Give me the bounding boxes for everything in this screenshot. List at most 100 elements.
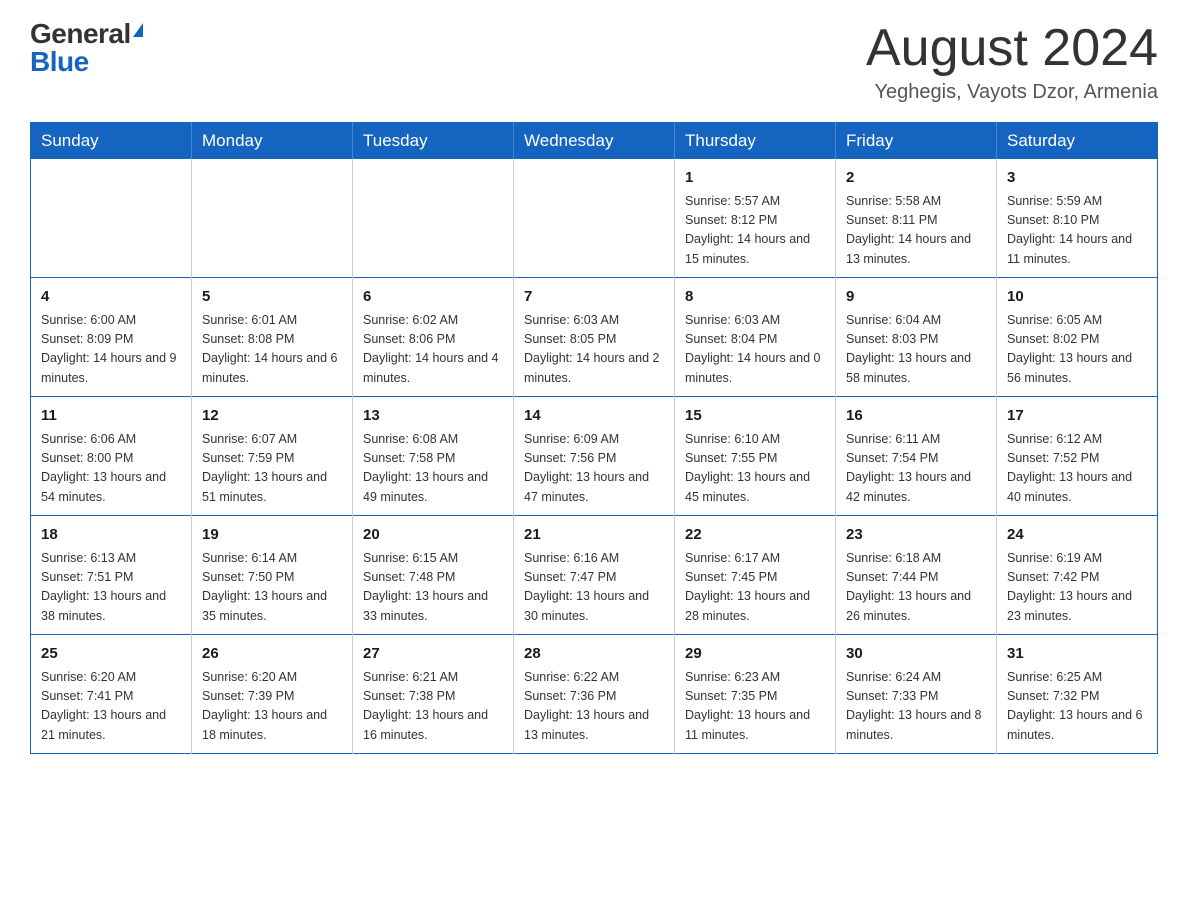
day-number: 1 — [685, 167, 825, 190]
weekday-header-row: SundayMondayTuesdayWednesdayThursdayFrid… — [31, 123, 1158, 160]
weekday-header-thursday: Thursday — [675, 123, 836, 160]
day-cell: 10Sunrise: 6:05 AMSunset: 8:02 PMDayligh… — [997, 278, 1158, 397]
day-number: 20 — [363, 524, 503, 547]
day-number: 10 — [1007, 286, 1147, 309]
day-cell: 1Sunrise: 5:57 AMSunset: 8:12 PMDaylight… — [675, 159, 836, 278]
day-cell: 2Sunrise: 5:58 AMSunset: 8:11 PMDaylight… — [836, 159, 997, 278]
calendar-table: SundayMondayTuesdayWednesdayThursdayFrid… — [30, 122, 1158, 754]
day-number: 15 — [685, 405, 825, 428]
day-cell: 27Sunrise: 6:21 AMSunset: 7:38 PMDayligh… — [353, 635, 514, 754]
day-cell: 7Sunrise: 6:03 AMSunset: 8:05 PMDaylight… — [514, 278, 675, 397]
day-number: 29 — [685, 643, 825, 666]
day-number: 14 — [524, 405, 664, 428]
day-number: 23 — [846, 524, 986, 547]
day-number: 19 — [202, 524, 342, 547]
day-info: Sunrise: 6:09 AMSunset: 7:56 PMDaylight:… — [524, 430, 664, 508]
day-cell: 20Sunrise: 6:15 AMSunset: 7:48 PMDayligh… — [353, 516, 514, 635]
day-info: Sunrise: 5:57 AMSunset: 8:12 PMDaylight:… — [685, 192, 825, 270]
day-number: 24 — [1007, 524, 1147, 547]
day-info: Sunrise: 6:03 AMSunset: 8:04 PMDaylight:… — [685, 311, 825, 389]
day-cell: 11Sunrise: 6:06 AMSunset: 8:00 PMDayligh… — [31, 397, 192, 516]
weekday-header-friday: Friday — [836, 123, 997, 160]
day-cell: 13Sunrise: 6:08 AMSunset: 7:58 PMDayligh… — [353, 397, 514, 516]
day-cell — [514, 159, 675, 278]
day-number: 31 — [1007, 643, 1147, 666]
header-area: General Blue August 2024 Yeghegis, Vayot… — [30, 20, 1158, 104]
day-cell: 17Sunrise: 6:12 AMSunset: 7:52 PMDayligh… — [997, 397, 1158, 516]
day-cell: 26Sunrise: 6:20 AMSunset: 7:39 PMDayligh… — [192, 635, 353, 754]
day-info: Sunrise: 6:12 AMSunset: 7:52 PMDaylight:… — [1007, 430, 1147, 508]
day-cell: 28Sunrise: 6:22 AMSunset: 7:36 PMDayligh… — [514, 635, 675, 754]
day-info: Sunrise: 6:11 AMSunset: 7:54 PMDaylight:… — [846, 430, 986, 508]
day-cell: 14Sunrise: 6:09 AMSunset: 7:56 PMDayligh… — [514, 397, 675, 516]
day-number: 9 — [846, 286, 986, 309]
day-info: Sunrise: 6:08 AMSunset: 7:58 PMDaylight:… — [363, 430, 503, 508]
day-info: Sunrise: 6:13 AMSunset: 7:51 PMDaylight:… — [41, 549, 181, 627]
day-number: 8 — [685, 286, 825, 309]
day-info: Sunrise: 6:06 AMSunset: 8:00 PMDaylight:… — [41, 430, 181, 508]
day-number: 22 — [685, 524, 825, 547]
day-info: Sunrise: 6:00 AMSunset: 8:09 PMDaylight:… — [41, 311, 181, 389]
day-number: 3 — [1007, 167, 1147, 190]
day-cell: 25Sunrise: 6:20 AMSunset: 7:41 PMDayligh… — [31, 635, 192, 754]
day-cell: 22Sunrise: 6:17 AMSunset: 7:45 PMDayligh… — [675, 516, 836, 635]
day-cell: 24Sunrise: 6:19 AMSunset: 7:42 PMDayligh… — [997, 516, 1158, 635]
day-info: Sunrise: 6:23 AMSunset: 7:35 PMDaylight:… — [685, 668, 825, 746]
day-number: 30 — [846, 643, 986, 666]
week-row-5: 25Sunrise: 6:20 AMSunset: 7:41 PMDayligh… — [31, 635, 1158, 754]
day-number: 16 — [846, 405, 986, 428]
day-info: Sunrise: 6:16 AMSunset: 7:47 PMDaylight:… — [524, 549, 664, 627]
day-info: Sunrise: 6:21 AMSunset: 7:38 PMDaylight:… — [363, 668, 503, 746]
day-number: 6 — [363, 286, 503, 309]
day-info: Sunrise: 6:17 AMSunset: 7:45 PMDaylight:… — [685, 549, 825, 627]
day-number: 13 — [363, 405, 503, 428]
day-cell: 8Sunrise: 6:03 AMSunset: 8:04 PMDaylight… — [675, 278, 836, 397]
day-number: 12 — [202, 405, 342, 428]
day-info: Sunrise: 5:58 AMSunset: 8:11 PMDaylight:… — [846, 192, 986, 270]
week-row-2: 4Sunrise: 6:00 AMSunset: 8:09 PMDaylight… — [31, 278, 1158, 397]
week-row-3: 11Sunrise: 6:06 AMSunset: 8:00 PMDayligh… — [31, 397, 1158, 516]
day-cell: 31Sunrise: 6:25 AMSunset: 7:32 PMDayligh… — [997, 635, 1158, 754]
day-info: Sunrise: 6:19 AMSunset: 7:42 PMDaylight:… — [1007, 549, 1147, 627]
day-number: 21 — [524, 524, 664, 547]
day-number: 28 — [524, 643, 664, 666]
day-info: Sunrise: 6:05 AMSunset: 8:02 PMDaylight:… — [1007, 311, 1147, 389]
day-number: 2 — [846, 167, 986, 190]
day-info: Sunrise: 6:25 AMSunset: 7:32 PMDaylight:… — [1007, 668, 1147, 746]
day-cell: 16Sunrise: 6:11 AMSunset: 7:54 PMDayligh… — [836, 397, 997, 516]
day-cell: 15Sunrise: 6:10 AMSunset: 7:55 PMDayligh… — [675, 397, 836, 516]
logo-triangle-icon — [133, 23, 143, 37]
day-info: Sunrise: 6:15 AMSunset: 7:48 PMDaylight:… — [363, 549, 503, 627]
day-info: Sunrise: 6:07 AMSunset: 7:59 PMDaylight:… — [202, 430, 342, 508]
day-number: 5 — [202, 286, 342, 309]
day-info: Sunrise: 6:03 AMSunset: 8:05 PMDaylight:… — [524, 311, 664, 389]
day-cell: 4Sunrise: 6:00 AMSunset: 8:09 PMDaylight… — [31, 278, 192, 397]
day-info: Sunrise: 5:59 AMSunset: 8:10 PMDaylight:… — [1007, 192, 1147, 270]
day-info: Sunrise: 6:02 AMSunset: 8:06 PMDaylight:… — [363, 311, 503, 389]
day-number: 7 — [524, 286, 664, 309]
day-number: 26 — [202, 643, 342, 666]
logo: General Blue — [30, 20, 143, 76]
day-number: 25 — [41, 643, 181, 666]
day-cell: 29Sunrise: 6:23 AMSunset: 7:35 PMDayligh… — [675, 635, 836, 754]
day-cell: 19Sunrise: 6:14 AMSunset: 7:50 PMDayligh… — [192, 516, 353, 635]
week-row-4: 18Sunrise: 6:13 AMSunset: 7:51 PMDayligh… — [31, 516, 1158, 635]
day-cell: 21Sunrise: 6:16 AMSunset: 7:47 PMDayligh… — [514, 516, 675, 635]
day-cell — [192, 159, 353, 278]
day-info: Sunrise: 6:24 AMSunset: 7:33 PMDaylight:… — [846, 668, 986, 746]
day-info: Sunrise: 6:01 AMSunset: 8:08 PMDaylight:… — [202, 311, 342, 389]
weekday-header-tuesday: Tuesday — [353, 123, 514, 160]
day-info: Sunrise: 6:14 AMSunset: 7:50 PMDaylight:… — [202, 549, 342, 627]
day-cell: 12Sunrise: 6:07 AMSunset: 7:59 PMDayligh… — [192, 397, 353, 516]
logo-blue-text: Blue — [30, 46, 89, 77]
day-cell: 30Sunrise: 6:24 AMSunset: 7:33 PMDayligh… — [836, 635, 997, 754]
day-cell — [353, 159, 514, 278]
day-info: Sunrise: 6:18 AMSunset: 7:44 PMDaylight:… — [846, 549, 986, 627]
day-cell: 23Sunrise: 6:18 AMSunset: 7:44 PMDayligh… — [836, 516, 997, 635]
day-cell: 3Sunrise: 5:59 AMSunset: 8:10 PMDaylight… — [997, 159, 1158, 278]
month-title: August 2024 — [866, 20, 1158, 77]
title-area: August 2024 Yeghegis, Vayots Dzor, Armen… — [866, 20, 1158, 104]
weekday-header-wednesday: Wednesday — [514, 123, 675, 160]
day-number: 4 — [41, 286, 181, 309]
weekday-header-sunday: Sunday — [31, 123, 192, 160]
